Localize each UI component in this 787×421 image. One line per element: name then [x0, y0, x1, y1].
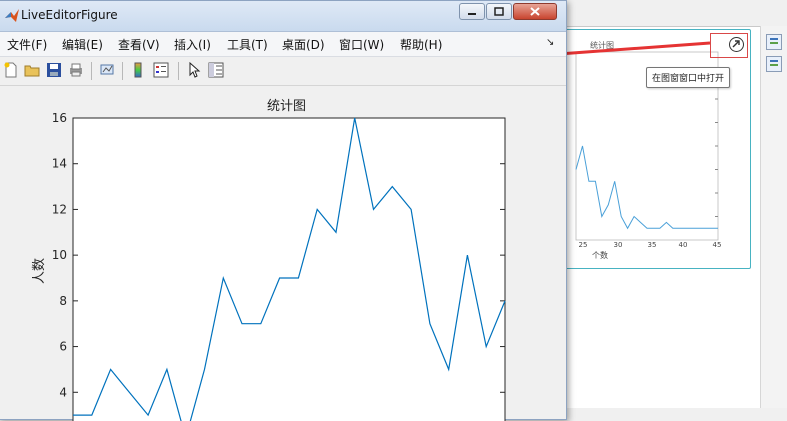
pointer-icon[interactable]: [186, 62, 202, 78]
dock-arrow-icon[interactable]: ↘: [546, 37, 554, 48]
menu-window[interactable]: 窗口(W): [339, 36, 384, 53]
y-tick-label: 12: [52, 202, 67, 216]
plot-area: 统计图 人数 4 6 8 10 12 14 16: [0, 86, 566, 421]
y-tick-label: 16: [52, 111, 67, 125]
menu-help[interactable]: 帮助(H): [400, 36, 442, 53]
axes-box: [72, 117, 506, 421]
line-chart: 4 6 8 10 12 14 16: [52, 111, 506, 421]
maximize-button[interactable]: [486, 3, 512, 20]
title-bar[interactable]: LiveEditorFigure: [0, 1, 566, 32]
link-plot-icon[interactable]: [99, 62, 115, 78]
y-tick-label: 10: [52, 248, 67, 262]
colorbar-icon[interactable]: [130, 62, 146, 78]
matlab-logo-icon: [5, 9, 19, 22]
maximize-icon: [494, 7, 504, 16]
save-icon[interactable]: [46, 62, 62, 78]
new-file-icon[interactable]: [3, 62, 19, 78]
y-tick-label: 6: [59, 340, 67, 354]
legend-icon[interactable]: [153, 62, 169, 78]
menu-bar: 文件(F) 编辑(E) 查看(V) 插入(I) 工具(T) 桌面(D) 窗口(W…: [0, 32, 566, 57]
y-tick-label: 8: [59, 294, 67, 308]
window-title: LiveEditorFigure: [21, 8, 118, 22]
y-tick-label: 4: [59, 385, 67, 399]
print-icon[interactable]: [68, 62, 84, 78]
menu-file[interactable]: 文件(F): [7, 36, 47, 53]
close-icon: [530, 7, 540, 16]
y-tick-label: 14: [52, 157, 67, 171]
toolbar-separator: [178, 62, 179, 80]
menu-desktop[interactable]: 桌面(D): [282, 36, 325, 53]
figure-window[interactable]: LiveEditorFigure 文件(F) 编辑(E) 查看(V) 插入(I)…: [0, 0, 567, 421]
toolbar-separator: [91, 62, 92, 80]
toolbar-separator: [122, 62, 123, 80]
menu-tools[interactable]: 工具(T): [227, 36, 268, 53]
property-inspector-icon[interactable]: [208, 62, 224, 78]
toolbar: [0, 57, 566, 86]
menu-view[interactable]: 查看(V): [118, 36, 160, 53]
minimize-icon: [468, 13, 476, 15]
open-folder-icon[interactable]: [24, 62, 40, 78]
menu-edit[interactable]: 编辑(E): [62, 36, 103, 53]
menu-insert[interactable]: 插入(I): [174, 36, 211, 53]
minimize-button[interactable]: [459, 3, 485, 20]
close-button[interactable]: [513, 3, 557, 20]
